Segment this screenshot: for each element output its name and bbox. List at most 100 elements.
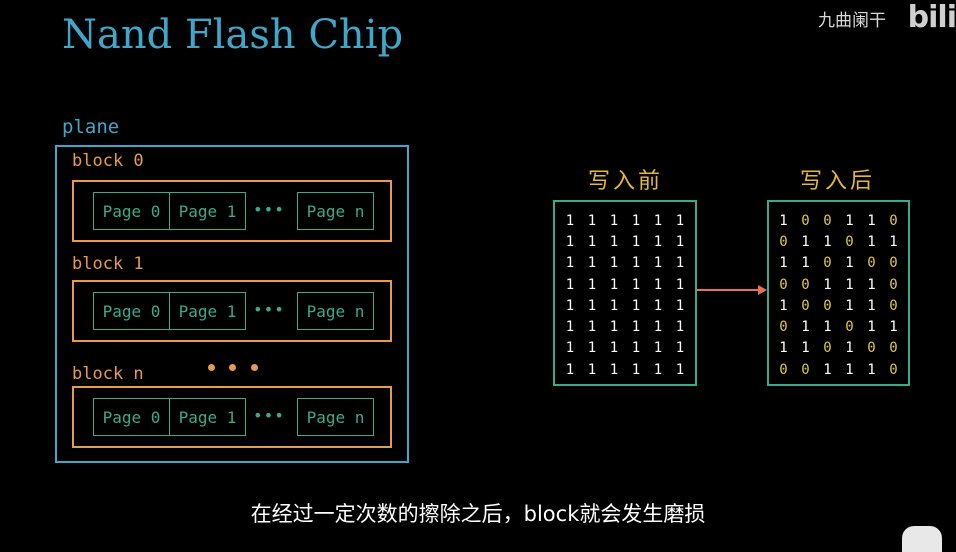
before-row: 111111 (555, 274, 695, 295)
before-bit: 1 (653, 319, 663, 336)
before-bit: 1 (631, 276, 641, 293)
after-row: 110100 (769, 253, 908, 274)
after-bit: 0 (889, 255, 898, 272)
before-bit: 1 (653, 361, 663, 378)
after-bit: 0 (779, 233, 788, 250)
before-row: 111111 (555, 316, 695, 337)
after-bit: 1 (779, 212, 788, 229)
after-bit: 0 (889, 361, 898, 378)
after-bit: 1 (801, 233, 810, 250)
after-bit: 1 (845, 297, 854, 314)
before-bit: 1 (565, 276, 575, 293)
block-n-page-n: Page n (297, 398, 374, 436)
after-bit: 0 (889, 276, 898, 293)
before-bit: 1 (565, 319, 575, 336)
before-bit: 1 (565, 233, 575, 250)
after-bit: 0 (801, 361, 810, 378)
before-row: 111111 (555, 295, 695, 316)
before-bit: 1 (587, 255, 597, 272)
before-bit-matrix: 1111111111111111111111111111111111111111… (553, 200, 697, 386)
after-bit-matrix: 1001100110111101000011101001100110111101… (767, 200, 910, 386)
after-bit: 1 (823, 233, 832, 250)
after-bit: 0 (801, 276, 810, 293)
after-bit: 0 (823, 340, 832, 357)
channel-watermark: 九曲阑干 (818, 11, 886, 31)
video-subtitle: 在经过一定次数的擦除之后，block就会发生磨损 (250, 502, 706, 526)
after-bit: 0 (823, 255, 832, 272)
block-1-label: block 1 (72, 254, 144, 274)
after-row: 011011 (769, 231, 908, 252)
block-0-label: block 0 (72, 151, 144, 171)
before-bit: 1 (587, 233, 597, 250)
after-row: 110100 (769, 338, 908, 359)
after-row: 001110 (769, 274, 908, 295)
after-bit: 0 (845, 319, 854, 336)
after-bit: 0 (801, 297, 810, 314)
before-row: 111111 (555, 231, 695, 252)
bilibili-logo: bili (907, 0, 956, 35)
before-bit: 1 (587, 276, 597, 293)
after-row: 100110 (769, 295, 908, 316)
block-0-page-1: Page 1 (169, 192, 246, 230)
after-bit: 1 (867, 297, 876, 314)
block-n-page-1: Page 1 (169, 398, 246, 436)
after-bit: 1 (823, 361, 832, 378)
before-bit: 1 (587, 319, 597, 336)
before-bit: 1 (565, 361, 575, 378)
before-bit: 1 (653, 276, 663, 293)
before-row: 111111 (555, 210, 695, 231)
after-bit: 0 (889, 212, 898, 229)
before-bit: 1 (653, 233, 663, 250)
after-row: 011011 (769, 316, 908, 337)
before-row: 111111 (555, 253, 695, 274)
before-bit: 1 (631, 361, 641, 378)
before-bit: 1 (675, 361, 685, 378)
tv-icon (902, 526, 942, 552)
after-bit: 0 (779, 319, 788, 336)
after-bit: 1 (867, 276, 876, 293)
before-bit: 1 (675, 212, 685, 229)
before-bit: 1 (631, 255, 641, 272)
after-bit: 0 (823, 297, 832, 314)
before-bit: 1 (609, 361, 619, 378)
before-bit: 1 (609, 255, 619, 272)
after-bit: 1 (823, 276, 832, 293)
plane-label: plane (62, 116, 120, 138)
before-bit: 1 (609, 319, 619, 336)
before-bit: 1 (653, 297, 663, 314)
after-bit: 1 (845, 276, 854, 293)
after-bit: 1 (801, 340, 810, 357)
after-bit: 1 (845, 361, 854, 378)
before-bit: 1 (565, 340, 575, 357)
after-row: 100110 (769, 210, 908, 231)
after-bit: 1 (801, 255, 810, 272)
before-write-label: 写入前 (588, 169, 664, 194)
after-bit: 1 (823, 319, 832, 336)
after-bit: 1 (845, 255, 854, 272)
after-bit: 0 (867, 340, 876, 357)
before-bit: 1 (631, 340, 641, 357)
slide-title: Nand Flash Chip (62, 12, 404, 58)
after-bit: 1 (801, 319, 810, 336)
block-n-page-0: Page 0 (93, 398, 170, 436)
arrow-icon (697, 285, 767, 295)
after-write-label: 写入后 (800, 169, 876, 194)
before-bit: 1 (631, 297, 641, 314)
before-row: 111111 (555, 338, 695, 359)
before-bit: 1 (587, 340, 597, 357)
after-row: 001110 (769, 359, 908, 380)
before-bit: 1 (587, 297, 597, 314)
block-n-page-ellipsis: ••• (253, 406, 285, 425)
block-0-page-0: Page 0 (93, 192, 170, 230)
before-bit: 1 (609, 276, 619, 293)
before-bit: 1 (653, 340, 663, 357)
block-1-page-n: Page n (297, 292, 374, 330)
before-bit: 1 (631, 319, 641, 336)
block-1-page-1: Page 1 (169, 292, 246, 330)
after-bit: 0 (889, 297, 898, 314)
before-bit: 1 (609, 297, 619, 314)
before-bit: 1 (565, 255, 575, 272)
after-bit: 0 (845, 233, 854, 250)
block-1-page-0: Page 0 (93, 292, 170, 330)
after-bit: 1 (867, 361, 876, 378)
